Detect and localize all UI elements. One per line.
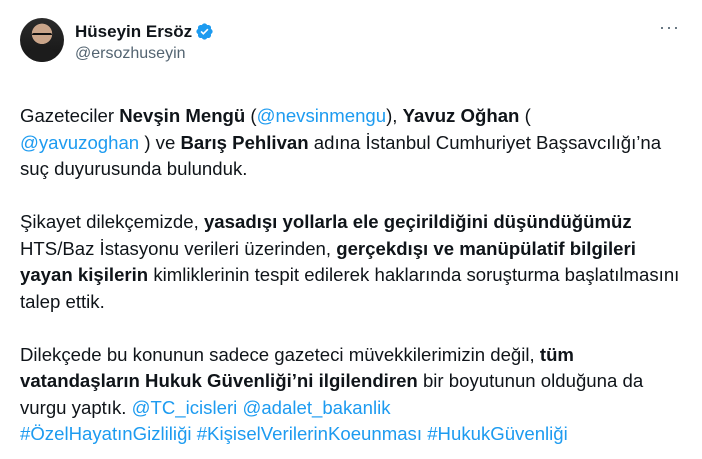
tweet-paragraph-3: Dilekçede bu konunun sadece gazeteci müv… (20, 342, 690, 448)
tweet-paragraph-1: Gazeteciler Nevşin Mengü (@nevsinmengu),… (20, 103, 690, 183)
text-segment: Gazeteciler (20, 105, 120, 126)
more-options-icon[interactable]: ··· (659, 18, 680, 36)
text-segment: ( (245, 105, 257, 126)
verified-badge-icon (196, 23, 213, 40)
mention-nevsinmengu[interactable]: @nevsinmengu (257, 105, 386, 126)
hashtag-hukuk-guvenligi[interactable]: #HukukGüvenliği (427, 423, 568, 444)
text-segment: ), (386, 105, 403, 126)
avatar-glasses (32, 33, 52, 39)
tweet-text: Gazeteciler Nevşin Mengü (@nevsinmengu),… (20, 103, 690, 448)
avatar[interactable] (20, 18, 64, 62)
text-segment: ( (519, 105, 531, 126)
bold-phrase: yasadışı yollarla ele geçirildiğini düşü… (203, 211, 632, 232)
author-handle[interactable]: @ersozhuseyin (75, 43, 214, 65)
mention-tc-icisleri[interactable]: @TC_icisleri (132, 397, 238, 418)
text-segment: Şikayet dilekçemizde, (20, 211, 204, 232)
mention-adalet-bakanlik[interactable]: @adalet_bakanlik (242, 397, 390, 418)
bold-name-baris: Barış Pehlivan (180, 131, 309, 153)
bold-name-yavuz: Yavuz Oğhan (402, 105, 520, 126)
text-segment: ) ve (139, 131, 181, 153)
text-segment: Dilekçede bu konunun sadece gazeteci müv… (20, 343, 540, 365)
author-info: Hüseyin Ersöz @ersozhuseyin (75, 21, 214, 65)
tweet-card: Hüseyin Ersöz @ersozhuseyin ··· Gazeteci… (0, 0, 702, 459)
author-display-name[interactable]: Hüseyin Ersöz (75, 21, 192, 42)
tweet-paragraph-2: Şikayet dilekçemizde, yasadışı yollarla … (20, 209, 690, 315)
hashtag-kisisel-verilerin[interactable]: #KişiselVerilerinKoeunması (197, 423, 422, 444)
tweet-header: Hüseyin Ersöz @ersozhuseyin (20, 18, 682, 74)
hashtag-ozel-hayatin-gizliligi[interactable]: #ÖzelHayatınGizliliği (20, 423, 192, 444)
text-segment: HTS/Baz İstasyonu verileri üzerinden, (20, 237, 337, 259)
bold-name-nevsin: Nevşin Mengü (119, 105, 246, 126)
name-row: Hüseyin Ersöz (75, 21, 214, 42)
mention-yavuzoghan[interactable]: @yavuzoghan (20, 132, 139, 153)
